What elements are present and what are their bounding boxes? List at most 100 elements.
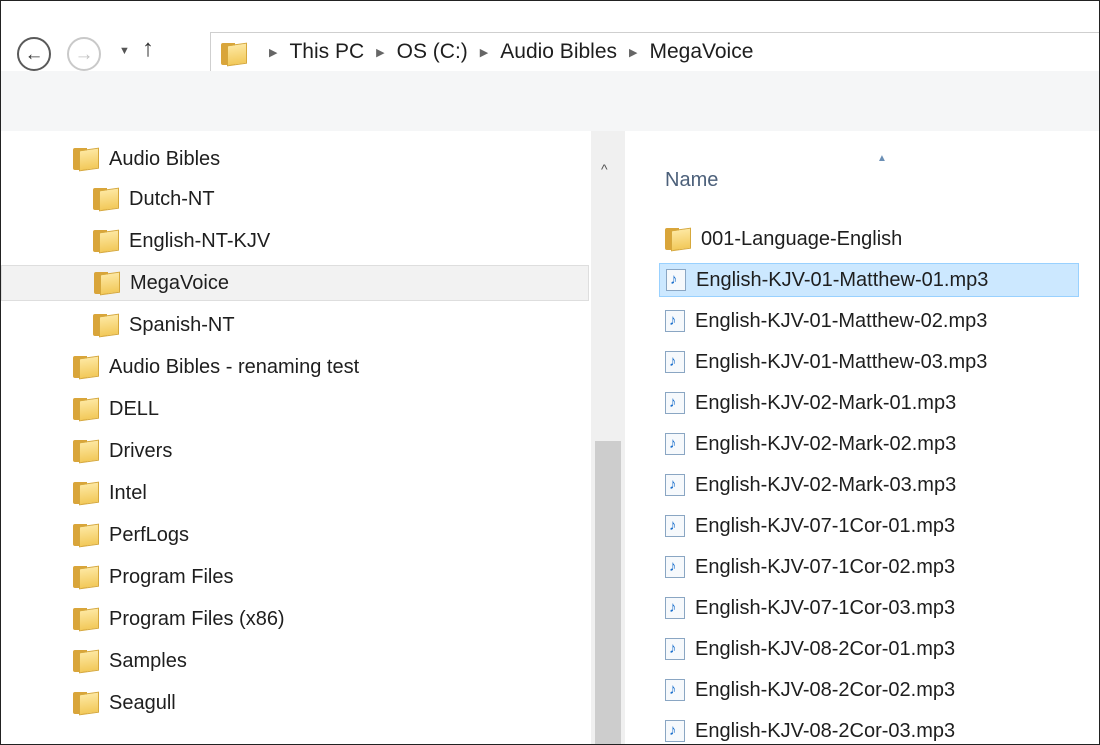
breadcrumb-audio-bibles[interactable]: Audio Bibles — [500, 40, 617, 64]
file-list-item[interactable]: ♪ English-KJV-01-Matthew-02.mp3 — [659, 304, 987, 338]
audio-file-icon: ♪ — [665, 679, 685, 701]
chevron-right-icon: ▶ — [376, 46, 385, 59]
folder-icon — [73, 396, 99, 422]
file-list-item[interactable]: ♪ English-KJV-02-Mark-02.mp3 — [659, 427, 956, 461]
folder-icon — [73, 146, 99, 172]
file-list-item-label: English-KJV-07-1Cor-01.mp3 — [695, 514, 956, 537]
file-list-item[interactable]: ♪ English-KJV-08-2Cor-03.mp3 — [659, 714, 956, 744]
forward-button[interactable]: → — [67, 37, 101, 71]
file-list-item-label: English-KJV-01-Matthew-01.mp3 — [696, 268, 989, 291]
audio-file-icon: ♪ — [665, 597, 685, 619]
nav-tree-item[interactable]: Samples — [73, 643, 187, 679]
scrollbar-thumb[interactable] — [595, 441, 621, 744]
file-list-item-label: English-KJV-08-2Cor-03.mp3 — [695, 719, 956, 742]
file-list-item-label: English-KJV-02-Mark-02.mp3 — [695, 432, 957, 455]
command-band — [1, 71, 1099, 131]
folder-icon — [73, 648, 99, 674]
folder-icon — [73, 690, 99, 716]
chevron-right-icon: ▶ — [269, 46, 278, 59]
file-list-item[interactable]: ♪ English-KJV-01-Matthew-01.mp3 — [659, 263, 1079, 297]
folder-icon — [94, 270, 120, 296]
back-button[interactable]: ← — [17, 37, 51, 71]
folder-icon — [93, 186, 119, 212]
nav-tree-item[interactable]: Audio Bibles - renaming test — [73, 349, 359, 385]
file-list-item[interactable]: ♪ English-KJV-07-1Cor-03.mp3 — [659, 591, 955, 625]
file-list-item-label: English-KJV-02-Mark-03.mp3 — [695, 473, 957, 496]
audio-file-icon: ♪ — [665, 474, 685, 496]
folder-icon — [73, 438, 99, 464]
arrow-up-icon: ↑ — [142, 35, 154, 62]
breadcrumb-os-c[interactable]: OS (C:) — [397, 40, 468, 64]
scroll-up-icon[interactable]: ^ — [601, 161, 608, 177]
recent-locations-dropdown[interactable]: ▼ — [119, 45, 130, 57]
nav-tree-item[interactable]: English-NT-KJV — [93, 223, 270, 259]
folder-icon — [73, 606, 99, 632]
audio-file-icon: ♪ — [665, 638, 685, 660]
folder-icon — [73, 522, 99, 548]
nav-tree-item-label: Program Files — [109, 565, 234, 588]
nav-tree-item-label: Audio Bibles - renaming test — [109, 355, 360, 378]
nav-tree-item[interactable]: Program Files (x86) — [73, 601, 285, 637]
audio-file-icon: ♪ — [665, 392, 685, 414]
file-list-item[interactable]: ♪ English-KJV-08-2Cor-02.mp3 — [659, 673, 955, 707]
explorer-window: ← → ▼ ↑ ▶ This PC ▶ OS (C:) ▶ Audio Bibl… — [0, 0, 1100, 745]
chevron-down-icon: ▼ — [119, 45, 130, 57]
file-list-item[interactable]: ♪ English-KJV-01-Matthew-03.mp3 — [659, 345, 987, 379]
folder-icon — [221, 41, 247, 67]
nav-tree-item[interactable]: Drivers — [73, 433, 172, 469]
address-bar[interactable]: ▶ This PC ▶ OS (C:) ▶ Audio Bibles ▶ Meg… — [210, 32, 1099, 72]
folder-icon — [73, 480, 99, 506]
navigation-pane-scrollbar[interactable]: ^ — [591, 131, 625, 744]
nav-tree-item[interactable]: PerfLogs — [73, 517, 189, 553]
folder-icon — [93, 312, 119, 338]
nav-tree-item[interactable]: Dutch-NT — [93, 181, 215, 217]
chevron-right-icon: ▶ — [629, 46, 638, 59]
file-list-item[interactable]: ♪ English-KJV-02-Mark-03.mp3 — [659, 468, 956, 502]
file-list-item-label: English-KJV-07-1Cor-03.mp3 — [695, 596, 956, 619]
sort-ascending-icon: ▲ — [877, 153, 887, 164]
audio-file-icon: ♪ — [665, 351, 685, 373]
breadcrumb-megavoice[interactable]: MegaVoice — [649, 40, 753, 64]
file-list-item-label: English-KJV-02-Mark-01.mp3 — [695, 391, 957, 414]
nav-tree-item[interactable]: Seagull — [73, 685, 176, 721]
file-list-item-label: English-KJV-08-2Cor-01.mp3 — [695, 637, 956, 660]
file-list-item-label: English-KJV-01-Matthew-03.mp3 — [695, 350, 988, 373]
nav-tree-item-label: Spanish-NT — [129, 313, 235, 336]
folder-icon — [73, 354, 99, 380]
file-list-item[interactable]: 001-Language-English — [659, 222, 902, 256]
nav-tree-item-label: English-NT-KJV — [129, 229, 271, 252]
nav-tree-item[interactable]: MegaVoice — [1, 265, 589, 301]
nav-tree-item[interactable]: Spanish-NT — [93, 307, 235, 343]
breadcrumb: ▶ This PC ▶ OS (C:) ▶ Audio Bibles ▶ Meg… — [257, 33, 753, 71]
breadcrumb-this-pc[interactable]: This PC — [289, 40, 364, 64]
file-list-item[interactable]: ♪ English-KJV-07-1Cor-02.mp3 — [659, 550, 955, 584]
audio-file-icon: ♪ — [665, 433, 685, 455]
nav-tree-item-label: PerfLogs — [109, 523, 190, 546]
navigation-pane: Audio Bibles Dutch-NT English-NT-KJV MegaVo… — [1, 131, 591, 744]
nav-tree-item[interactable]: Intel — [73, 475, 147, 511]
nav-tree-item[interactable]: DELL — [73, 391, 159, 427]
nav-tree-item-label: DELL — [109, 397, 160, 420]
audio-file-icon: ♪ — [665, 556, 685, 578]
folder-icon — [73, 564, 99, 590]
file-list-item[interactable]: ♪ English-KJV-07-1Cor-01.mp3 — [659, 509, 955, 543]
nav-tree-item-label: Drivers — [109, 439, 173, 462]
file-list-item[interactable]: ♪ English-KJV-08-2Cor-01.mp3 — [659, 632, 955, 666]
folder-icon — [93, 228, 119, 254]
column-header-name[interactable]: Name — [665, 169, 718, 192]
nav-tree-item-label: Dutch-NT — [129, 187, 215, 210]
nav-tree-item-label: Samples — [109, 649, 187, 672]
up-button[interactable]: ↑ — [142, 35, 154, 63]
nav-tree-item[interactable]: Program Files — [73, 559, 233, 595]
arrow-right-icon: → — [74, 43, 94, 65]
nav-tree-item-label: Program Files (x86) — [109, 607, 285, 630]
nav-tree-item[interactable]: Audio Bibles — [73, 141, 220, 177]
file-list-item[interactable]: ♪ English-KJV-02-Mark-01.mp3 — [659, 386, 956, 420]
arrow-left-icon: ← — [24, 43, 44, 65]
nav-tree-item-label: Seagull — [109, 691, 176, 714]
folder-icon — [665, 226, 691, 252]
audio-file-icon: ♪ — [665, 720, 685, 742]
nav-tree-item-label: MegaVoice — [130, 271, 229, 294]
nav-tree-item-label: Audio Bibles — [109, 147, 221, 170]
chevron-right-icon: ▶ — [479, 46, 489, 59]
